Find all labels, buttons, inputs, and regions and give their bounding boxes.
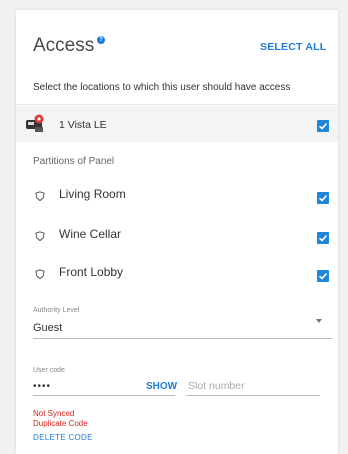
error-not-synced: Not Synced [33, 409, 75, 418]
partition-checkbox-living-room[interactable] [317, 192, 329, 204]
authority-level-label: Authority Level [33, 307, 80, 314]
user-code-label: User code [33, 367, 65, 374]
slot-number-underline [186, 395, 320, 396]
authority-underline [33, 338, 332, 339]
show-code-button[interactable]: SHOW [146, 381, 177, 392]
user-code-input[interactable]: •••• [33, 381, 51, 392]
panel-name: 1 Vista LE [59, 119, 107, 131]
user-code-underline [33, 395, 175, 396]
shield-icon [35, 228, 45, 241]
divider [16, 104, 338, 105]
page-title: Access [33, 35, 95, 56]
partition-label-front-lobby: Front Lobby [59, 265, 124, 279]
partition-label-living-room: Living Room [59, 187, 126, 201]
caret-down-icon[interactable] [316, 319, 322, 323]
access-instructions: Select the locations to which this user … [33, 82, 291, 93]
error-duplicate-code: Duplicate Code [33, 419, 88, 428]
select-all-button[interactable]: SELECT ALL [260, 41, 326, 53]
partitions-heading: Partitions of Panel [33, 156, 115, 167]
partition-checkbox-front-lobby[interactable] [317, 270, 329, 282]
access-card: Access ? SELECT ALL Select the locations… [16, 10, 338, 454]
shield-icon [35, 266, 45, 279]
panel-checkbox[interactable] [317, 120, 329, 132]
authority-level-select[interactable]: Guest [33, 322, 62, 334]
partition-checkbox-wine-cellar[interactable] [317, 232, 329, 244]
partition-label-wine-cellar: Wine Cellar [59, 227, 122, 241]
panel-device-icon [25, 114, 45, 134]
shield-icon [35, 188, 45, 201]
info-icon[interactable]: ? [97, 36, 105, 44]
slot-number-input[interactable]: Slot number [188, 380, 245, 392]
delete-code-button[interactable]: DELETE CODE [33, 433, 93, 442]
